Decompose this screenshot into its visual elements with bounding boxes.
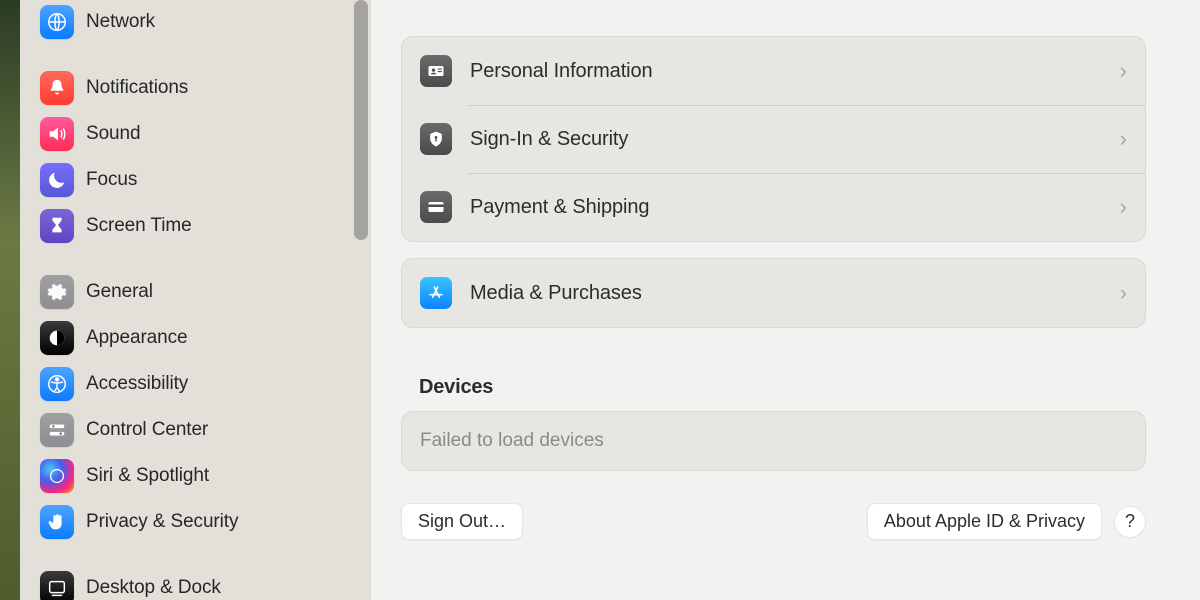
sidebar-item-label: Privacy & Security	[86, 511, 238, 533]
sidebar-item-siri-spotlight[interactable]: Siri & Spotlight	[40, 454, 356, 498]
appstore-icon	[420, 277, 452, 309]
network-icon	[40, 5, 74, 39]
help-button[interactable]: ?	[1114, 506, 1146, 538]
appearance-icon	[40, 321, 74, 355]
sidebar-item-label: General	[86, 281, 153, 303]
sidebar-item-general[interactable]: General	[40, 270, 356, 314]
account-settings-group: Personal Information › Sign-In & Securit…	[401, 36, 1146, 242]
sidebar-item-label: Control Center	[86, 419, 208, 441]
accessibility-icon	[40, 367, 74, 401]
dock-icon	[40, 571, 74, 600]
row-label: Payment & Shipping	[470, 196, 1120, 219]
sidebar-item-label: Siri & Spotlight	[86, 465, 209, 487]
chevron-right-icon: ›	[1120, 194, 1127, 220]
row-sign-in-security[interactable]: Sign-In & Security ›	[402, 105, 1145, 173]
sidebar-separator	[40, 44, 356, 66]
speaker-icon	[40, 117, 74, 151]
sidebar-item-label: Focus	[86, 169, 137, 191]
devices-status-text: Failed to load devices	[420, 430, 604, 451]
sidebar-list: Network Notifications Sound Focus	[20, 0, 370, 600]
chevron-right-icon: ›	[1120, 58, 1127, 84]
chevron-right-icon: ›	[1120, 280, 1127, 306]
siri-icon	[40, 459, 74, 493]
credit-card-icon	[420, 191, 452, 223]
gear-icon	[40, 275, 74, 309]
sidebar-item-control-center[interactable]: Control Center	[40, 408, 356, 452]
media-purchases-group: Media & Purchases ›	[401, 258, 1146, 328]
row-payment-shipping[interactable]: Payment & Shipping ›	[402, 173, 1145, 241]
sidebar-separator	[40, 544, 356, 566]
devices-status-box: Failed to load devices	[401, 411, 1146, 471]
row-label: Personal Information	[470, 60, 1120, 83]
sidebar: Network Notifications Sound Focus	[20, 0, 370, 600]
devices-section-title: Devices	[419, 376, 1146, 399]
hourglass-icon	[40, 209, 74, 243]
sidebar-item-label: Network	[86, 11, 155, 33]
sidebar-item-sound[interactable]: Sound	[40, 112, 356, 156]
hand-icon	[40, 505, 74, 539]
bell-icon	[40, 71, 74, 105]
sidebar-item-screen-time[interactable]: Screen Time	[40, 204, 356, 248]
sidebar-item-appearance[interactable]: Appearance	[40, 316, 356, 360]
chevron-right-icon: ›	[1120, 126, 1127, 152]
sidebar-item-label: Appearance	[86, 327, 187, 349]
footer-actions: Sign Out… About Apple ID & Privacy ?	[401, 503, 1146, 540]
control-center-icon	[40, 413, 74, 447]
row-label: Media & Purchases	[470, 282, 1120, 305]
moon-icon	[40, 163, 74, 197]
sidebar-item-label: Notifications	[86, 77, 188, 99]
row-media-purchases[interactable]: Media & Purchases ›	[402, 259, 1145, 327]
sidebar-scrollbar[interactable]	[354, 0, 368, 240]
main-pane: Personal Information › Sign-In & Securit…	[370, 0, 1200, 600]
sidebar-item-desktop-dock[interactable]: Desktop & Dock	[40, 566, 356, 600]
sidebar-item-accessibility[interactable]: Accessibility	[40, 362, 356, 406]
sidebar-item-privacy-security[interactable]: Privacy & Security	[40, 500, 356, 544]
sidebar-separator	[40, 248, 356, 270]
id-card-icon	[420, 55, 452, 87]
sidebar-item-notifications[interactable]: Notifications	[40, 66, 356, 110]
shield-key-icon	[420, 123, 452, 155]
row-label: Sign-In & Security	[470, 128, 1120, 151]
sidebar-item-network[interactable]: Network	[40, 0, 356, 44]
sidebar-item-label: Desktop & Dock	[86, 577, 221, 599]
sidebar-item-label: Screen Time	[86, 215, 192, 237]
sidebar-item-label: Sound	[86, 123, 140, 145]
sidebar-item-label: Accessibility	[86, 373, 188, 395]
about-apple-id-privacy-button[interactable]: About Apple ID & Privacy	[867, 503, 1102, 540]
sign-out-button[interactable]: Sign Out…	[401, 503, 523, 540]
row-personal-information[interactable]: Personal Information ›	[402, 37, 1145, 105]
desktop-background-strip	[0, 0, 20, 600]
sidebar-item-focus[interactable]: Focus	[40, 158, 356, 202]
